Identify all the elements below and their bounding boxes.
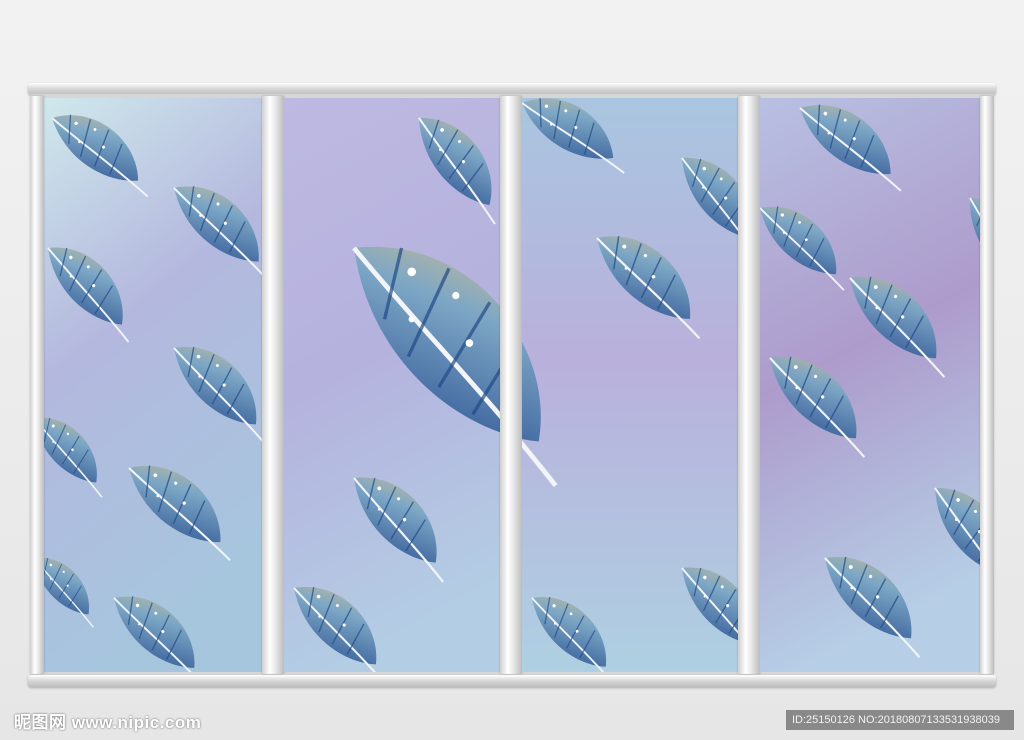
panel-4 [760,98,980,672]
frame-bottom-rail [28,675,996,687]
feather-pattern-panel-1 [44,98,262,672]
wall-mural-preview: 昵图网 www.nipic.com ID:25150126 NO:2018080… [0,0,1024,740]
panel-2 [284,98,500,672]
frame-divider-3 [738,96,760,674]
frame-right-edge [980,96,994,674]
feather-pattern-panel-3 [522,98,738,672]
panel-3 [522,98,738,672]
panel-1 [44,98,262,672]
frame-divider-1 [262,96,284,674]
frame-divider-2 [500,96,522,674]
image-id-watermark: ID:25150126 NO:20180807133531938039 [786,710,1014,730]
feather-pattern-panel-2 [284,98,500,672]
frame-left-edge [30,96,44,674]
site-watermark: 昵图网 www.nipic.com [14,713,202,732]
feather-pattern-panel-4 [760,98,980,672]
